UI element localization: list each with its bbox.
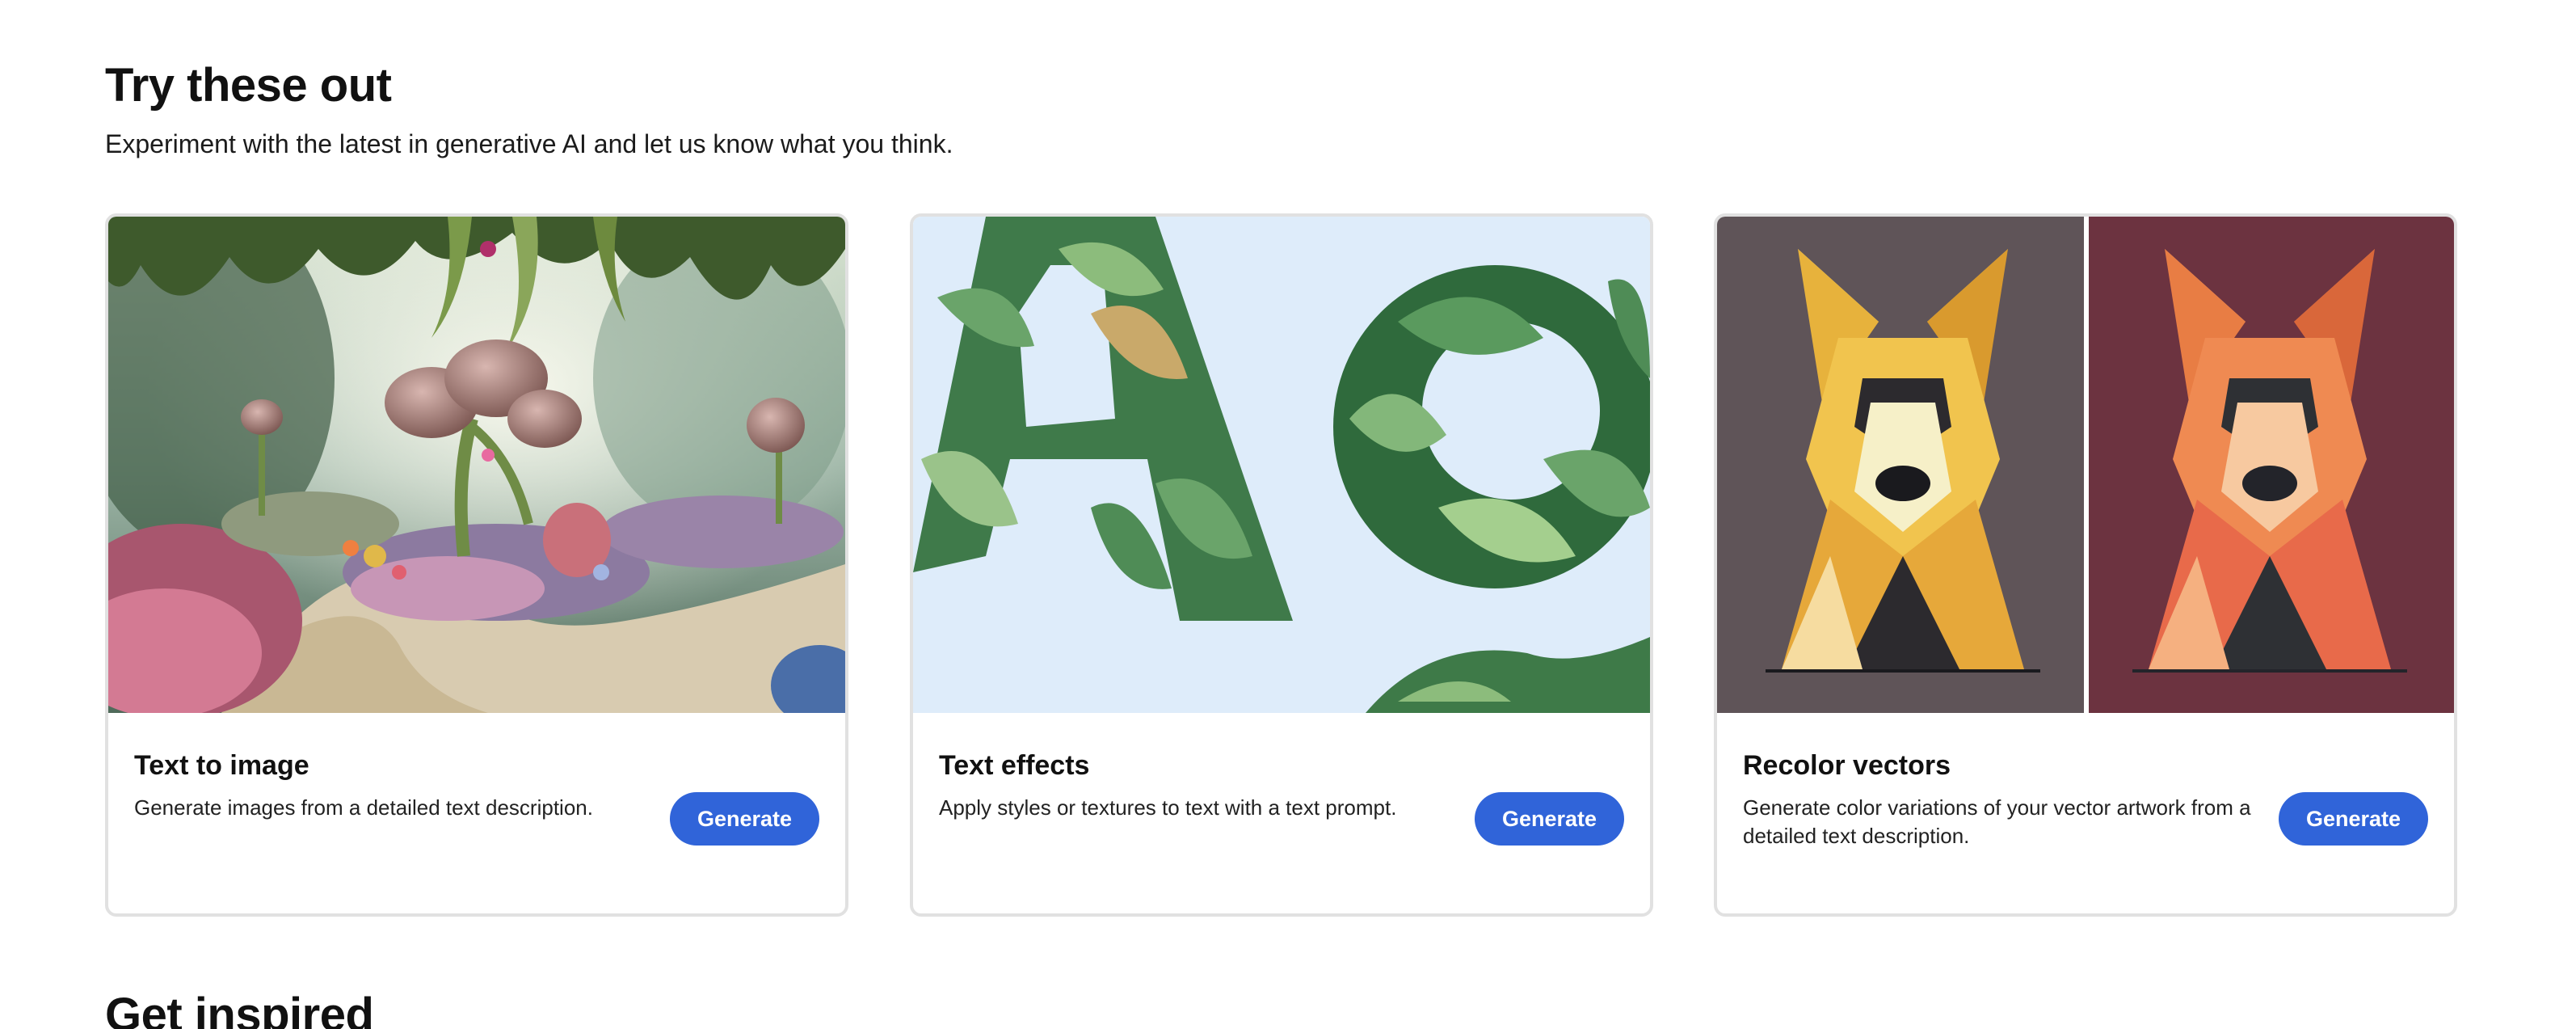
- card-title: Recolor vectors: [1743, 750, 1951, 781]
- page: Try these out Experiment with the latest…: [0, 0, 2576, 1029]
- card-description: Generate color variations of your vector…: [1743, 795, 2251, 848]
- card-description: Generate images from a detailed text des…: [134, 795, 593, 820]
- generate-button-text-to-image[interactable]: Generate: [669, 792, 819, 846]
- generate-button-text-effects[interactable]: Generate: [1474, 792, 1624, 846]
- card-text-to-image[interactable]: Text to image Generate images from a det…: [105, 213, 848, 917]
- section-title-try: Try these out: [105, 59, 392, 112]
- card-title: Text to image: [134, 750, 309, 781]
- section-title-get-inspired: Get inspired: [105, 989, 374, 1029]
- card-title: Text effects: [939, 750, 1090, 781]
- fantasy-garden-image[interactable]: [108, 217, 845, 713]
- section-subtitle-try: Experiment with the latest in generative…: [105, 129, 953, 158]
- card-description: Apply styles or textures to text with a …: [939, 795, 1397, 820]
- card-recolor-vectors[interactable]: Recolor vectors Generate color variation…: [1714, 213, 2457, 917]
- generate-button-recolor-vectors[interactable]: Generate: [2278, 792, 2428, 846]
- leafy-letters-image[interactable]: [913, 217, 1650, 713]
- geometric-dog-image[interactable]: [1717, 217, 2454, 713]
- card-text-effects[interactable]: Text effects Apply styles or textures to…: [910, 213, 1653, 917]
